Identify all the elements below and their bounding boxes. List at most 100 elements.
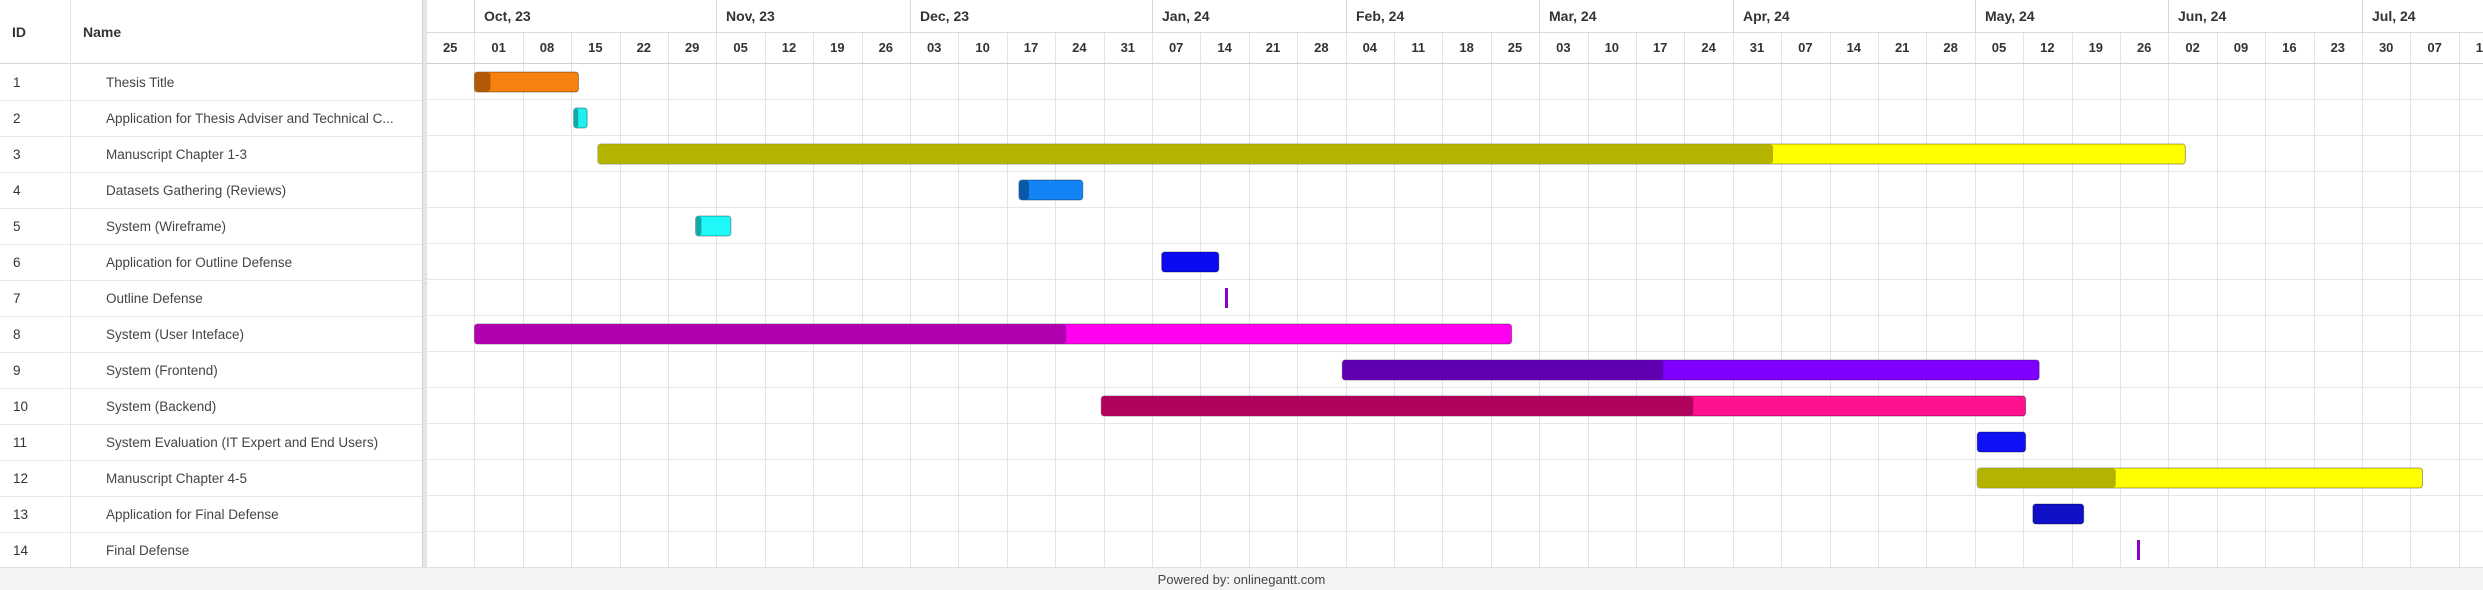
week-label: 07	[1798, 40, 1812, 55]
milestone-marker[interactable]	[1225, 288, 1228, 308]
week-label: 14	[1847, 40, 1862, 55]
task-progress-fill	[696, 216, 702, 236]
task-name: Thesis Title	[106, 75, 175, 90]
task-bar[interactable]	[1161, 251, 1220, 273]
task-progress-fill	[1977, 468, 2116, 488]
task-id: 5	[13, 219, 21, 234]
task-row[interactable]: 11 System Evaluation (IT Expert and End U…	[0, 424, 422, 461]
task-name: Application for Outline Defense	[106, 255, 293, 270]
task-bar[interactable]	[1976, 431, 2027, 453]
week-label: 07	[2427, 40, 2441, 55]
week-label: 17	[1653, 40, 1667, 55]
task-progress-fill	[1019, 180, 1029, 200]
task-bar[interactable]	[2032, 503, 2085, 525]
task-name: Application for Final Defense	[106, 507, 279, 522]
task-row[interactable]: 6 Application for Outline Defense	[0, 244, 422, 281]
task-row[interactable]: 4 Datasets Gathering (Reviews)	[0, 172, 422, 209]
task-row[interactable]: 7 Outline Defense	[0, 280, 422, 317]
week-label: 23	[2331, 40, 2345, 55]
month-label: May, 24	[1985, 8, 2035, 24]
week-label: 17	[1024, 40, 1038, 55]
week-label: 26	[879, 40, 893, 55]
task-name: Manuscript Chapter 4-5	[106, 471, 248, 486]
task-progress-fill	[574, 108, 579, 128]
week-label: 10	[1605, 40, 1619, 55]
week-label: 14	[1217, 40, 1232, 55]
task-id: 7	[13, 291, 21, 306]
week-label: 12	[782, 40, 796, 55]
task-name: Manuscript Chapter 1-3	[106, 147, 248, 162]
week-label: 04	[1363, 40, 1378, 55]
task-id: 1	[13, 75, 21, 90]
week-label: 31	[1750, 40, 1764, 55]
task-id: 12	[13, 471, 29, 486]
month-label: Oct, 23	[484, 8, 531, 24]
task-table-header: ID Name	[0, 0, 422, 64]
task-row[interactable]: 2 Application for Thesis Adviser and Tech…	[0, 100, 422, 137]
week-label: 25	[1508, 40, 1522, 55]
task-id: 11	[13, 435, 28, 450]
task-id: 13	[13, 507, 29, 522]
week-label: 12	[2040, 40, 2054, 55]
week-label: 15	[588, 40, 602, 55]
task-row[interactable]: 10 System (Backend)	[0, 388, 422, 425]
task-name: System Evaluation (IT Expert and End Use…	[106, 435, 379, 450]
task-id: 2	[13, 111, 21, 126]
week-label: 19	[830, 40, 844, 55]
task-id: 8	[13, 327, 21, 342]
task-name: System (User Inteface)	[106, 327, 245, 342]
week-label: 31	[1121, 40, 1135, 55]
column-header-name[interactable]: Name	[83, 24, 121, 40]
timeline-chart: Oct, 23 Nov, 23 Dec, 23 Jan, 24 Feb, 24 Mar, …	[426, 0, 2483, 567]
week-label: 24	[1701, 40, 1716, 55]
week-label: 03	[927, 40, 941, 55]
gantt-app: ID Name 1 Thesis Title 2 Application for Th…	[0, 0, 2483, 590]
task-table: ID Name 1 Thesis Title 2 Application for Th…	[0, 0, 423, 569]
task-name: System (Wireframe)	[106, 219, 227, 234]
month-label: Jan, 24	[1162, 8, 1210, 24]
task-row[interactable]: 14 Final Defense	[0, 532, 422, 569]
task-name: Outline Defense	[106, 291, 203, 306]
footer: Powered by: onlinegantt.com	[0, 567, 2483, 590]
week-label: 22	[637, 40, 651, 55]
task-progress-fill	[474, 72, 491, 92]
task-id: 9	[13, 363, 21, 378]
week-label: 05	[1992, 40, 2006, 55]
week-label: 09	[2234, 40, 2248, 55]
task-row[interactable]: 5 System (Wireframe)	[0, 208, 422, 245]
task-row[interactable]: 13 Application for Final Defense	[0, 496, 422, 533]
column-header-id[interactable]: ID	[12, 24, 26, 40]
week-label: 18	[1459, 40, 1473, 55]
task-id: 10	[13, 399, 29, 414]
powered-by-text[interactable]: Powered by: onlinegantt.com	[0, 572, 2483, 587]
week-label: 11	[1411, 40, 1425, 55]
month-label: Jul, 24	[2372, 8, 2416, 24]
task-row[interactable]: 1 Thesis Title	[0, 64, 422, 101]
timeline-svg: Oct, 23 Nov, 23 Dec, 23 Jan, 24 Feb, 24 Mar, …	[426, 0, 2483, 567]
month-label: Feb, 24	[1356, 8, 1404, 24]
task-progress-fill	[598, 144, 1774, 164]
week-label: 05	[733, 40, 747, 55]
week-label: 25	[443, 40, 457, 55]
task-name: Final Defense	[106, 543, 190, 558]
week-label: 26	[2137, 40, 2151, 55]
task-id: 6	[13, 255, 21, 270]
task-row[interactable]: 8 System (User Inteface)	[0, 316, 422, 353]
task-row[interactable]: 12 Manuscript Chapter 4-5	[0, 460, 422, 497]
milestone-marker[interactable]	[2137, 540, 2140, 560]
week-label: 08	[540, 40, 554, 55]
month-label: Dec, 23	[920, 8, 969, 24]
week-label: 21	[1266, 40, 1280, 55]
month-label: Mar, 24	[1549, 8, 1597, 24]
task-row[interactable]: 3 Manuscript Chapter 1-3	[0, 136, 422, 173]
task-name: System (Backend)	[106, 399, 217, 414]
task-row[interactable]: 9 System (Frontend)	[0, 352, 422, 389]
week-label: 02	[2185, 40, 2199, 55]
week-label: 14	[2476, 40, 2483, 55]
month-label: Nov, 23	[726, 8, 775, 24]
task-name: System (Frontend)	[106, 363, 218, 378]
task-name: Application for Thesis Adviser and Techn…	[106, 111, 394, 126]
week-label: 07	[1169, 40, 1183, 55]
task-progress-fill	[474, 324, 1067, 344]
task-name: Datasets Gathering (Reviews)	[106, 183, 287, 198]
